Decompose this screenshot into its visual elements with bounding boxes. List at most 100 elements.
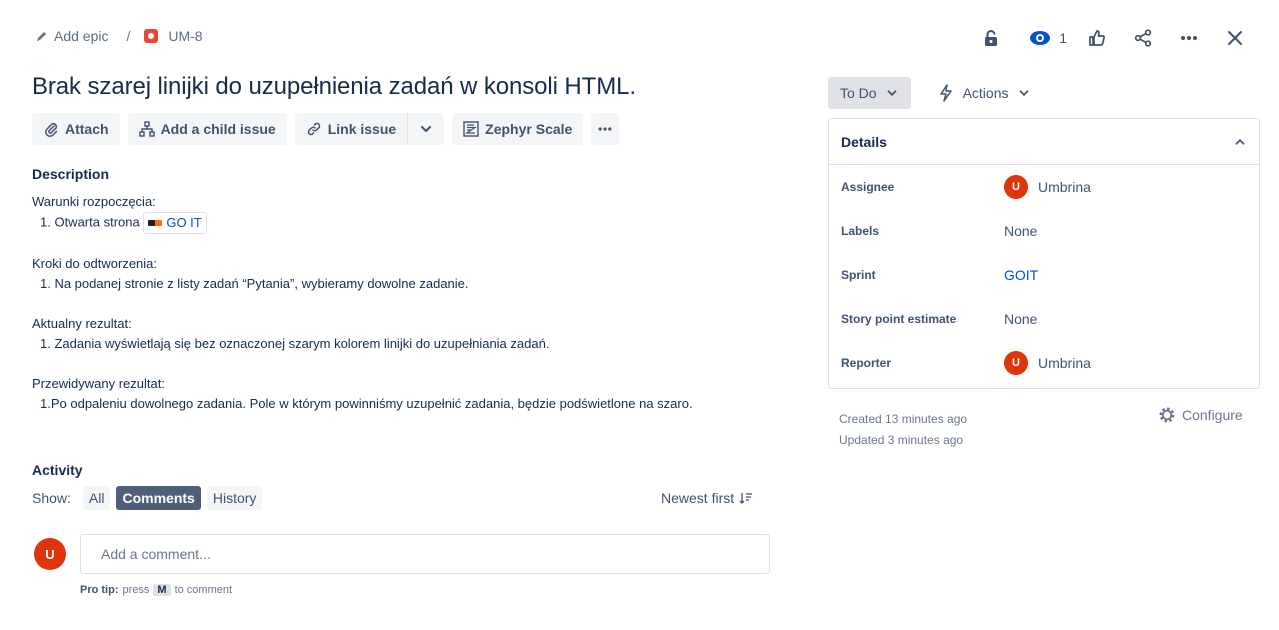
chevron-down-icon bbox=[887, 90, 896, 96]
sort-icon bbox=[739, 493, 753, 504]
activity-heading: Activity bbox=[32, 462, 83, 478]
gear-icon bbox=[1159, 407, 1175, 423]
assignee-field[interactable]: U Umbrina bbox=[1004, 175, 1091, 199]
pro-tip: Pro tip: press M to comment bbox=[80, 584, 232, 596]
detail-row-sprint: Sprint GOIT bbox=[829, 253, 1259, 297]
hierarchy-icon bbox=[138, 121, 155, 137]
labels-field[interactable]: None bbox=[1004, 223, 1037, 239]
vote-button[interactable] bbox=[1081, 24, 1113, 52]
detail-label: Assignee bbox=[841, 180, 895, 194]
section-heading: Warunki rozpoczęcia: bbox=[32, 194, 156, 209]
section-heading: Kroki do odtworzenia: bbox=[32, 256, 158, 271]
link-icon bbox=[307, 122, 320, 136]
description-heading: Description bbox=[32, 166, 110, 182]
status-label: To Do bbox=[840, 85, 877, 101]
issue-dates: Created 13 minutes ago Updated 3 minutes… bbox=[839, 409, 967, 451]
watch-count: 1 bbox=[1059, 30, 1067, 46]
lightning-icon bbox=[939, 84, 952, 102]
goit-smart-link[interactable]: GO IT bbox=[143, 212, 207, 234]
issue-key-link[interactable]: UM-8 bbox=[144, 28, 203, 44]
list-item: 1. Zadania wyświetlają się bez oznaczone… bbox=[40, 336, 550, 351]
detail-label: Story point estimate bbox=[841, 312, 957, 326]
lock-icon bbox=[985, 30, 998, 46]
activity-filter: Show: All Comments History bbox=[32, 486, 263, 510]
close-button[interactable] bbox=[1219, 24, 1251, 52]
zephyr-scale-label: Zephyr Scale bbox=[485, 121, 573, 137]
sprint-link[interactable]: GOIT bbox=[1004, 267, 1038, 283]
reporter-field[interactable]: U Umbrina bbox=[1004, 351, 1091, 375]
actions-dropdown[interactable]: Actions bbox=[933, 77, 1035, 109]
restrictions-button[interactable] bbox=[975, 24, 1007, 52]
add-comment-input[interactable]: Add a comment... bbox=[80, 534, 770, 574]
smart-link-text: GO IT bbox=[166, 215, 202, 230]
toolbar-more-button[interactable] bbox=[591, 113, 620, 145]
detail-label: Labels bbox=[841, 224, 880, 238]
breadcrumb: Add epic / UM-8 bbox=[36, 28, 203, 44]
thumbs-up-icon bbox=[1089, 30, 1105, 46]
paperclip-icon bbox=[45, 122, 58, 137]
details-title: Details bbox=[841, 133, 887, 150]
pro-tip-press: press bbox=[122, 584, 150, 596]
detail-row-reporter: Reporter U Umbrina bbox=[829, 341, 1259, 385]
sort-label: Newest first bbox=[661, 490, 735, 506]
detail-label: Sprint bbox=[841, 268, 876, 282]
zephyr-scale-button[interactable]: Zephyr Scale bbox=[452, 113, 584, 145]
description-section: Przewidywany rezultat: 1.Po odpaleniu do… bbox=[32, 374, 693, 414]
more-icon bbox=[1181, 36, 1197, 40]
status-row: To Do Actions bbox=[828, 77, 1035, 109]
filter-history-button[interactable]: History bbox=[206, 486, 263, 510]
story-point-field[interactable]: None bbox=[1004, 311, 1037, 327]
details-header[interactable]: Details bbox=[829, 119, 1259, 165]
list-item: 1. Na podanej stronie z listy zadań “Pyt… bbox=[40, 276, 469, 291]
show-label: Show: bbox=[32, 490, 71, 506]
configure-label: Configure bbox=[1182, 407, 1243, 423]
add-child-issue-label: Add a child issue bbox=[160, 121, 276, 137]
detail-label: Reporter bbox=[841, 356, 892, 370]
goit-logo-icon bbox=[148, 220, 163, 226]
issue-toolbar: Attach Add a child issue Link issue Zeph… bbox=[32, 113, 620, 145]
pro-tip-label: Pro tip: bbox=[80, 584, 119, 596]
details-panel: Details Assignee U Umbrina Labels None S… bbox=[828, 118, 1260, 389]
description-body[interactable]: Warunki rozpoczęcia: 1. Otwarta strona G… bbox=[32, 192, 693, 434]
filter-comments-button[interactable]: Comments bbox=[116, 486, 201, 510]
watch-button[interactable]: 1 bbox=[1029, 30, 1067, 46]
link-issue-button[interactable]: Link issue bbox=[294, 113, 408, 145]
share-button[interactable] bbox=[1127, 24, 1159, 52]
avatar: U bbox=[1004, 175, 1028, 199]
chevron-down-icon bbox=[1019, 90, 1028, 96]
link-issue-dropdown[interactable] bbox=[407, 113, 445, 145]
more-actions-button[interactable] bbox=[1173, 24, 1205, 52]
issue-title[interactable]: Brak szarej linijki do uzupełnienia zada… bbox=[32, 73, 636, 101]
attach-button[interactable]: Attach bbox=[32, 113, 120, 145]
detail-row-story-points: Story point estimate None bbox=[829, 297, 1259, 341]
eye-icon bbox=[1030, 31, 1051, 45]
detail-value: Umbrina bbox=[1038, 179, 1091, 195]
attach-label: Attach bbox=[65, 121, 109, 137]
status-dropdown[interactable]: To Do bbox=[828, 77, 911, 109]
issue-header-actions: 1 bbox=[961, 24, 1251, 52]
add-epic-link[interactable]: Add epic bbox=[36, 28, 108, 44]
add-child-issue-button[interactable]: Add a child issue bbox=[127, 113, 287, 145]
filter-all-button[interactable]: All bbox=[82, 486, 111, 510]
detail-row-labels: Labels None bbox=[829, 209, 1259, 253]
sort-order-button[interactable]: Newest first bbox=[661, 490, 753, 506]
current-user-avatar: U bbox=[34, 538, 66, 570]
configure-button[interactable]: Configure bbox=[1158, 406, 1243, 424]
link-issue-split: Link issue bbox=[294, 113, 445, 145]
zephyr-icon bbox=[463, 121, 479, 137]
chevron-up-icon bbox=[1235, 138, 1245, 145]
pencil-icon bbox=[37, 32, 46, 41]
detail-row-assignee: Assignee U Umbrina bbox=[829, 165, 1259, 209]
list-item: 1.Po odpaleniu dowolnego zadania. Pole w… bbox=[40, 396, 693, 411]
issue-key: UM-8 bbox=[168, 28, 203, 44]
bug-icon bbox=[144, 29, 159, 43]
updated-date: Updated 3 minutes ago bbox=[839, 433, 964, 447]
detail-value: Umbrina bbox=[1038, 355, 1091, 371]
avatar: U bbox=[1004, 351, 1028, 375]
add-epic-label: Add epic bbox=[54, 28, 109, 44]
section-heading: Przewidywany rezultat: bbox=[32, 376, 165, 391]
actions-label: Actions bbox=[962, 85, 1009, 101]
chevron-down-icon bbox=[421, 126, 432, 133]
list-item-text: 1. Otwarta strona bbox=[40, 214, 140, 230]
list-item: 1. Otwarta strona GO IT bbox=[32, 212, 693, 234]
